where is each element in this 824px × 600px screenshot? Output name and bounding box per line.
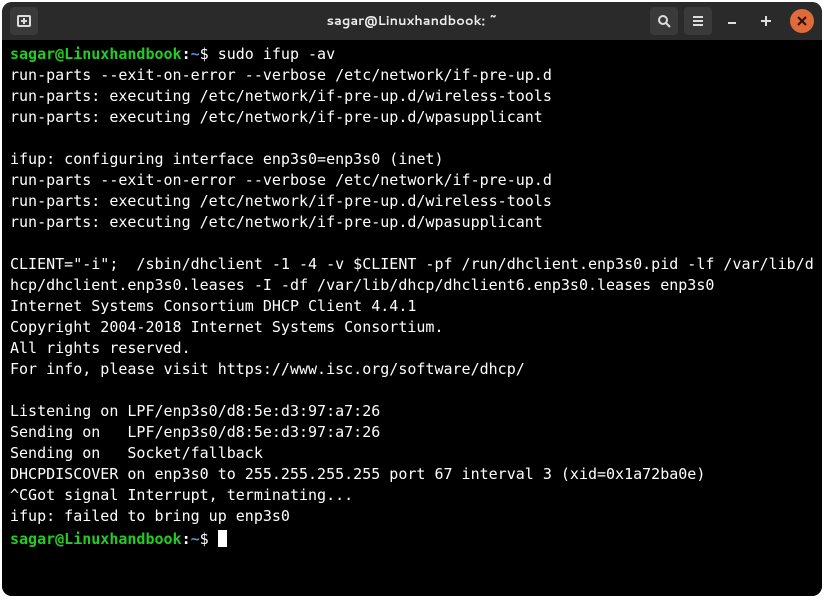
output-line: Sending on LPF/enp3s0/d8:5e:d3:97:a7:26 — [10, 423, 380, 441]
prompt-symbol: $ — [200, 45, 209, 63]
menu-button[interactable] — [684, 7, 712, 35]
prompt-cwd: ~ — [191, 45, 200, 63]
prompt-cwd: ~ — [191, 530, 200, 548]
cursor — [218, 530, 227, 547]
terminal-window: sagar@Linuxhandbook: ~ — [2, 2, 822, 596]
prompt-colon: : — [182, 45, 191, 63]
command-text: sudo ifup -av — [218, 45, 335, 63]
output-line: CLIENT="-i"; /sbin/dhclient -1 -4 -v $CL… — [10, 255, 814, 294]
output-line: Sending on Socket/fallback — [10, 444, 263, 462]
output-line: Internet Systems Consortium DHCP Client … — [10, 297, 416, 315]
output-line: ^CGot signal Interrupt, terminating... — [10, 486, 353, 504]
output-line: All rights reserved. — [10, 339, 191, 357]
new-tab-button[interactable] — [10, 7, 38, 35]
minimize-button[interactable] — [718, 7, 746, 35]
prompt-user-host: sagar@Linuxhandbook — [10, 530, 182, 548]
output-line: run-parts --exit-on-error --verbose /etc… — [10, 66, 552, 84]
prompt-colon: : — [182, 530, 191, 548]
output-line: Listening on LPF/enp3s0/d8:5e:d3:97:a7:2… — [10, 402, 380, 420]
output-line: run-parts: executing /etc/network/if-pre… — [10, 192, 552, 210]
output-line: run-parts: executing /etc/network/if-pre… — [10, 87, 552, 105]
output-line: For info, please visit https://www.isc.o… — [10, 360, 525, 378]
prompt-user-host: sagar@Linuxhandbook — [10, 45, 182, 63]
output-line: run-parts: executing /etc/network/if-pre… — [10, 213, 543, 231]
output-line: run-parts: executing /etc/network/if-pre… — [10, 108, 543, 126]
close-button[interactable] — [790, 9, 814, 33]
prompt-symbol: $ — [200, 530, 209, 548]
output-line: ifup: failed to bring up enp3s0 — [10, 507, 290, 525]
output-line: DHCPDISCOVER on enp3s0 to 255.255.255.25… — [10, 465, 705, 483]
titlebar: sagar@Linuxhandbook: ~ — [2, 2, 822, 40]
output-line: run-parts --exit-on-error --verbose /etc… — [10, 171, 552, 189]
output-line: Copyright 2004-2018 Internet Systems Con… — [10, 318, 443, 336]
output-line: ifup: configuring interface enp3s0=enp3s… — [10, 150, 443, 168]
maximize-button[interactable] — [752, 7, 780, 35]
terminal-area[interactable]: sagar@Linuxhandbook:~$ sudo ifup -av run… — [2, 40, 822, 596]
search-button[interactable] — [650, 7, 678, 35]
